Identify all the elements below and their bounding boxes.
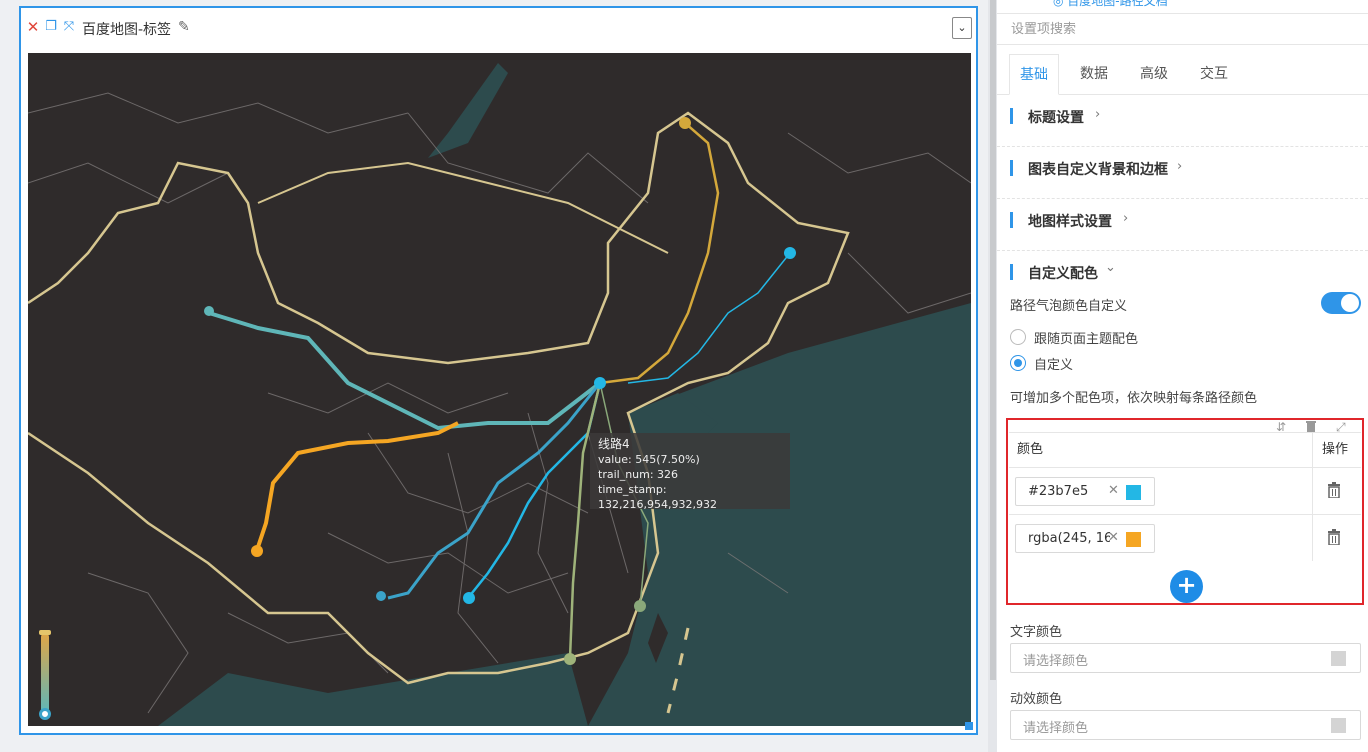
color-input[interactable]: rgba(245, 166, 35, 1) ✕ (1015, 524, 1155, 553)
column-header-color: 颜色 (1017, 442, 1044, 457)
doc-link[interactable]: ◎ 百度地图-路径文档 (1053, 0, 1168, 9)
tooltip-title: 线路4 (598, 437, 630, 451)
route-1 (208, 311, 602, 431)
chevron-down-icon[interactable]: ⌄ (952, 17, 972, 39)
section-label: 自定义配色 (1028, 266, 1098, 282)
chevron-down-icon: ⌄ (1105, 260, 1116, 275)
sea-east (588, 303, 971, 726)
map-tooltip: 线路4 value: 545(7.50%) trail_num: 326 tim… (590, 433, 790, 511)
settings-panel: ◎ 百度地图-路径文档 基础 数据 高级 交互 标题设置 › 图表自定义背景和边… (997, 0, 1368, 752)
table-row: rgba(245, 166, 35, 1) ✕ (1009, 514, 1361, 561)
panel-top: ◎ 百度地图-路径文档 (997, 0, 1368, 14)
chevron-right-icon: › (1123, 211, 1129, 226)
section-background-border[interactable]: 图表自定义背景和边框 › (997, 147, 1368, 199)
color-swatch[interactable] (1331, 651, 1346, 666)
map-canvas[interactable]: 线路4 value: 545(7.50%) trail_num: 326 tim… (28, 53, 971, 726)
color-value[interactable]: #23b7e5 (1028, 484, 1110, 499)
route-2 (255, 421, 459, 551)
mongolia-border (257, 161, 669, 254)
text-color-placeholder: 请选择颜色 (1023, 654, 1089, 669)
widget-title: 百度地图-标签 (82, 22, 172, 38)
resize-handle[interactable] (965, 722, 973, 730)
marker-south-3 (564, 653, 576, 665)
section-label: 标题设置 (1028, 110, 1084, 126)
marker-beijing (594, 377, 606, 389)
toggle-label: 路径气泡颜色自定义 (1010, 299, 1128, 314)
route-7 (568, 382, 602, 659)
tooltip-trail-num: trail_num: 326 (598, 468, 679, 481)
section-label: 图表自定义背景和边框 (1028, 162, 1168, 178)
settings-tabs: 基础 数据 高级 交互 (997, 54, 1368, 95)
color-input[interactable]: #23b7e5 ✕ (1015, 477, 1155, 506)
section-title-settings[interactable]: 标题设置 › (997, 95, 1368, 147)
marker-south-1 (376, 591, 386, 601)
lake-baikal (428, 63, 508, 158)
table-row: #23b7e5 ✕ (1009, 467, 1361, 514)
color-list-editor: ⇵ ⤢ 颜色 操作 #23b7e5 ✕ rgba(245, 16 ✕ + (1006, 418, 1364, 605)
color-swatch[interactable] (1331, 718, 1346, 733)
marker-northeast (784, 247, 796, 259)
tab-data[interactable]: 数据 (1069, 54, 1119, 95)
legend-handle-top[interactable] (39, 630, 51, 635)
section-label: 地图样式设置 (1028, 214, 1112, 230)
trash-icon[interactable] (1327, 529, 1341, 545)
marker-east (634, 600, 646, 612)
text-color-picker[interactable]: 请选择颜色 (1010, 643, 1361, 673)
trash-icon[interactable] (1327, 482, 1341, 498)
tab-interaction[interactable]: 交互 (1189, 54, 1239, 95)
panel-splitter[interactable] (988, 0, 997, 752)
column-header-action: 操作 (1322, 442, 1349, 457)
settings-search-input[interactable] (997, 15, 1368, 45)
effect-color-label: 动效颜色 (1010, 692, 1063, 707)
sea-south (158, 653, 588, 726)
marker-north (679, 117, 691, 129)
color-swatch[interactable] (1126, 485, 1141, 500)
color-hint: 可增加多个配色项，依次映射每条路径颜色 (1010, 391, 1258, 406)
add-color-button[interactable]: + (1170, 570, 1203, 603)
color-value[interactable]: rgba(245, 166, 35, 1) (1028, 531, 1110, 546)
chevron-right-icon: › (1177, 159, 1183, 174)
edit-icon[interactable]: ✎ (178, 19, 190, 35)
visual-map-legend (41, 633, 49, 713)
canvas-area: ✕ ❐ ⤧ 百度地图-标签 ✎ ⌄ 线路4 value: 545(7.50%) … (0, 0, 988, 752)
tooltip-value: value: 545(7.50%) (598, 453, 700, 466)
marker-south-2 (463, 592, 475, 604)
radio-custom-label[interactable]: 自定义 (1034, 354, 1073, 373)
copy-icon[interactable]: ❐ (44, 20, 58, 34)
color-swatch[interactable] (1126, 532, 1141, 547)
chevron-right-icon: › (1095, 107, 1101, 122)
text-color-label: 文字颜色 (1010, 625, 1063, 640)
color-table: 颜色 操作 #23b7e5 ✕ rgba(245, 166, 35, 1) ✕ (1009, 432, 1361, 562)
clear-icon[interactable]: ✕ (1108, 530, 1119, 545)
effect-color-picker[interactable]: 请选择颜色 (1010, 710, 1361, 740)
widget-header: ✕ ❐ ⤧ 百度地图-标签 ✎ ⌄ (21, 8, 976, 48)
scrollbar[interactable] (990, 0, 996, 680)
clear-icon[interactable]: ✕ (1108, 483, 1119, 498)
tab-advanced[interactable]: 高级 (1129, 54, 1179, 95)
map-svg (28, 63, 971, 726)
route-5 (599, 122, 720, 385)
radio-follow-theme[interactable] (1010, 329, 1026, 345)
radio-follow-theme-label[interactable]: 跟随页面主题配色 (1034, 328, 1138, 347)
expand-icon[interactable]: ⤧ (62, 20, 76, 34)
tab-basic[interactable]: 基础 (1009, 54, 1059, 95)
section-map-style[interactable]: 地图样式设置 › (997, 199, 1368, 251)
effect-color-placeholder: 请选择颜色 (1023, 721, 1089, 736)
marker-west (204, 306, 214, 316)
radio-custom[interactable] (1010, 355, 1026, 371)
map-widget[interactable]: ✕ ❐ ⤧ 百度地图-标签 ✎ ⌄ 线路4 value: 545(7.50%) … (19, 6, 978, 735)
custom-color-toggle[interactable] (1321, 292, 1361, 314)
legend-handle-bottom[interactable] (39, 708, 51, 720)
tooltip-time-stamp: time_stamp: 132,216,954,932,932 (598, 483, 717, 511)
close-icon[interactable]: ✕ (26, 20, 40, 35)
marker-southwest (251, 545, 263, 557)
